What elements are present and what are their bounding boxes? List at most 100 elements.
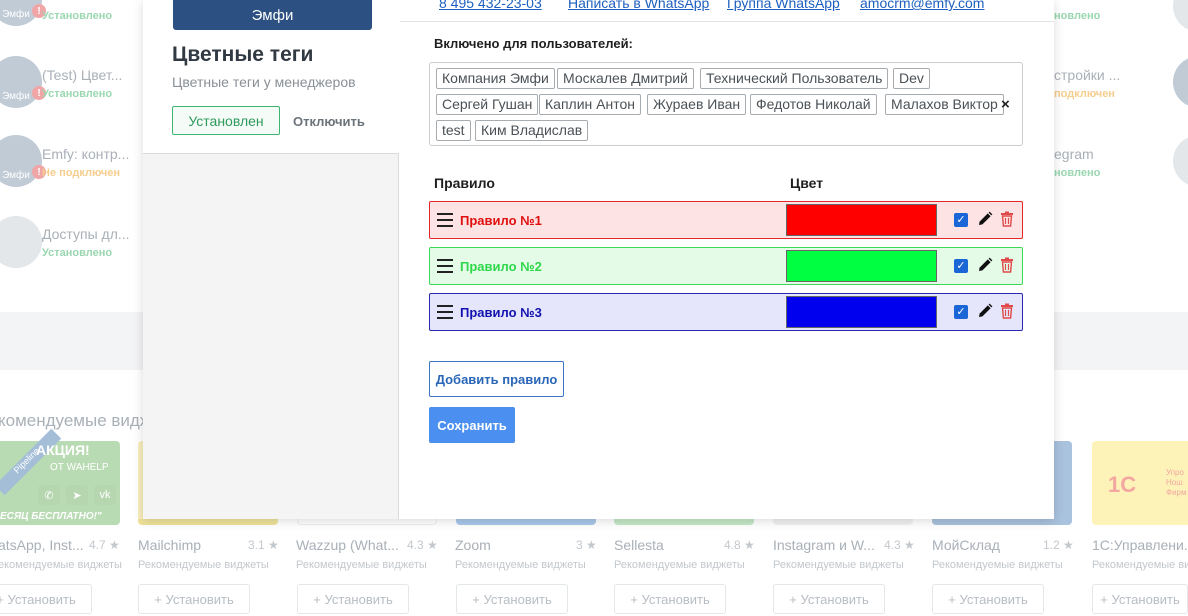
widget-title: Цветные теги — [172, 43, 314, 66]
rule-row[interactable]: Правило №2 ✓ — [429, 247, 1023, 285]
card-category: Рекомендуемые виджеты — [455, 559, 586, 571]
disable-link[interactable]: Отключить — [293, 114, 365, 129]
user-tag[interactable]: test — [436, 120, 471, 141]
rule-name: Правило №2 — [460, 259, 542, 274]
user-tag[interactable]: Москалев Дмитрий — [557, 68, 694, 89]
user-tag[interactable]: Каплин Антон — [539, 94, 641, 115]
user-tag[interactable]: Dev — [893, 68, 930, 89]
card-name: 1С:Управлени... — [1092, 537, 1188, 553]
drag-handle-icon[interactable] — [437, 305, 453, 319]
card-name: Wazzup (What... — [296, 537, 399, 553]
user-tag[interactable]: Сергей Гушан — [436, 94, 539, 115]
card-name: Mailchimp — [138, 537, 202, 553]
promo-footer: ЕСЯЦ БЕСПЛАТНО!" — [0, 511, 102, 522]
trash-icon[interactable] — [1000, 303, 1014, 319]
widget-logo — [1173, 56, 1188, 108]
users-multiselect[interactable]: Компания Эмфи Москалев Дмитрий Техническ… — [429, 62, 1023, 146]
users-label: Включено для пользователей: — [434, 36, 633, 51]
card-category: Рекомендуемые виджеты — [296, 559, 427, 571]
bg-widget-status: Не подключен — [42, 167, 121, 179]
color-swatch[interactable] — [786, 296, 937, 328]
widget-logo: Эмфи! — [0, 0, 46, 26]
card-rating: 3 ★ — [576, 538, 597, 552]
rule-row[interactable]: Правило №1 ✓ — [429, 201, 1023, 239]
install-button[interactable]: + Установить — [456, 584, 568, 614]
bg-widget-status: Установлено — [42, 247, 113, 259]
email-link[interactable]: amocrm@emfy.com — [860, 0, 984, 11]
bg-widget-item[interactable]: Эмфи! — [0, 0, 46, 26]
bg-widget-status: подключен — [1054, 88, 1115, 100]
card-rating: 3.1 ★ — [248, 538, 279, 552]
color-swatch[interactable] — [786, 250, 937, 282]
recommended-title: комендуемые видж — [0, 411, 152, 430]
color-swatch[interactable] — [786, 204, 937, 236]
install-button[interactable]: + Установить — [614, 584, 726, 614]
trash-icon[interactable] — [1000, 257, 1014, 273]
rule-name: Правило №3 — [460, 305, 542, 320]
installed-button[interactable]: Установлен — [172, 106, 280, 135]
user-tag[interactable]: Компания Эмфи — [436, 68, 555, 89]
column-header-rule: Правило — [434, 175, 495, 191]
whatsapp-link[interactable]: Написать в WhatsApp — [568, 0, 709, 11]
pencil-icon[interactable] — [977, 211, 993, 227]
bg-widget-status: Установлено — [42, 88, 113, 100]
drag-handle-icon[interactable] — [437, 213, 453, 227]
user-tag[interactable]: Ким Владислав — [475, 120, 589, 141]
bg-widget-title: egram — [1054, 146, 1094, 162]
user-tag[interactable]: Федотов Николай — [750, 94, 877, 115]
install-button[interactable]: + Установить — [1092, 584, 1188, 614]
bg-widget-status: новлено — [1054, 167, 1101, 179]
bg-widget-item[interactable]: Эмфи! — [0, 56, 46, 108]
trash-icon[interactable] — [1000, 211, 1014, 227]
enabled-checkbox[interactable]: ✓ — [954, 305, 968, 319]
card-category: Рекомендуемые виджеты — [773, 559, 904, 571]
card-name: Sellesta — [614, 537, 664, 553]
whatsapp-group-link[interactable]: Группа WhatsApp — [727, 0, 840, 11]
enabled-checkbox[interactable]: ✓ — [954, 213, 968, 227]
drag-handle-icon[interactable] — [437, 259, 453, 273]
vendor-logo-button[interactable]: Эмфи — [173, 0, 372, 30]
modal-main: 8 495 432-23-03 Написать в WhatsApp Груп… — [400, 0, 1054, 519]
install-button[interactable]: + Установить — [297, 584, 409, 614]
widget-logo: Эмфи! — [0, 135, 46, 187]
card-category: Рекомендуемые виджеты — [932, 559, 1063, 571]
card-rating: 1.2 ★ — [1043, 538, 1074, 552]
bg-widget-item[interactable]: Эмфи! — [0, 135, 46, 187]
vk-icon: vk — [94, 485, 116, 505]
widget-logo — [1173, 135, 1188, 187]
card-rating: 4.7 ★ — [89, 538, 120, 552]
rule-row[interactable]: Правило №3 ✓ — [429, 293, 1023, 331]
enabled-checkbox[interactable]: ✓ — [954, 259, 968, 273]
card-name: Instagram и W... — [773, 537, 875, 553]
save-button[interactable]: Сохранить — [429, 407, 515, 443]
card-category: Рекомендуемые виджеты — [614, 559, 745, 571]
modal-sidebar: Эмфи Цветные теги Цветные теги у менедже… — [143, 0, 399, 519]
pencil-icon[interactable] — [977, 257, 993, 273]
install-button[interactable]: + Установить — [0, 584, 92, 614]
bg-widget-title: стройки ... — [1054, 67, 1121, 83]
widget-info-panel: Эмфи Цветные теги Цветные теги у менедже… — [143, 0, 399, 154]
clear-icon[interactable]: × — [1001, 96, 1010, 113]
user-tag[interactable]: Жураев Иван — [647, 94, 747, 115]
card-name: Zoom — [455, 537, 491, 553]
bg-widget-status: Установлено — [42, 10, 113, 22]
promo-sub: ОТ WAHELP — [50, 462, 109, 473]
install-button[interactable]: + Установить — [138, 584, 250, 614]
card-rating: 4.3 ★ — [884, 538, 915, 552]
widget-logo: Эмфи! — [0, 56, 46, 108]
onec-logo: 1С — [1108, 472, 1137, 497]
phone-link[interactable]: 8 495 432-23-03 — [439, 0, 542, 11]
onec-logo-text: Упро Нош Фирм — [1166, 468, 1187, 497]
install-button[interactable]: + Установить — [932, 584, 1044, 614]
widget-settings-modal: Эмфи Цветные теги Цветные теги у менедже… — [143, 0, 1054, 519]
user-tag[interactable]: Технический Пользователь — [700, 68, 889, 89]
add-rule-button[interactable]: Добавить правило — [429, 361, 564, 397]
card-name: МойСклад — [932, 537, 1000, 553]
install-button[interactable]: + Установить — [773, 584, 885, 614]
user-tag[interactable]: Малахов Виктор — [885, 94, 1004, 115]
pencil-icon[interactable] — [977, 303, 993, 319]
card-rating: 4.3 ★ — [407, 538, 438, 552]
bg-widget-item[interactable] — [0, 216, 42, 268]
widget-subtitle: Цветные теги у менеджеров — [172, 74, 356, 90]
card-category: Рекомендуемые виджеты — [1092, 559, 1188, 571]
